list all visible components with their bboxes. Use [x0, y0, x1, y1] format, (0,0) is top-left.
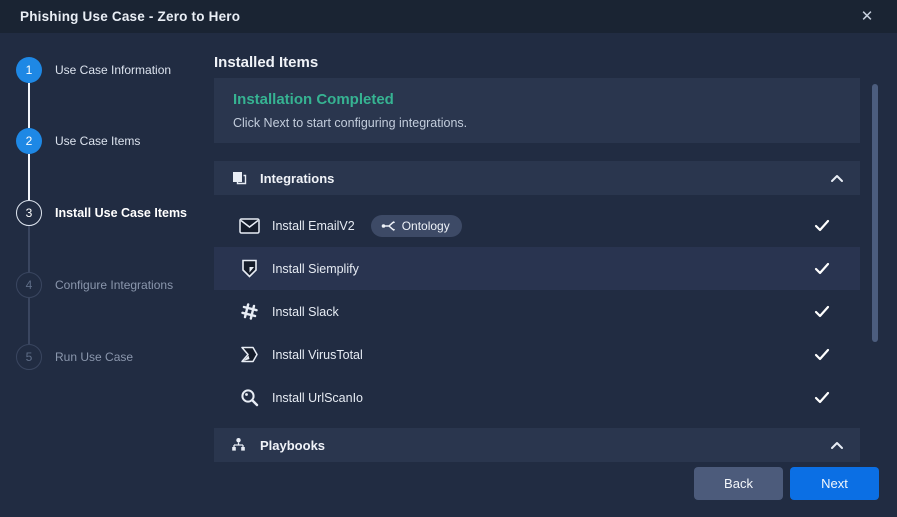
ontology-badge[interactable]: Ontology	[371, 215, 462, 237]
list-item-install-slack[interactable]: Install Slack	[214, 290, 860, 333]
siemplify-shield-icon	[238, 259, 260, 279]
step-label: Install Use Case Items	[55, 206, 187, 220]
step-label: Run Use Case	[55, 350, 133, 364]
installation-completed-text: Installation Completed	[233, 91, 841, 108]
back-button[interactable]: Back	[694, 467, 783, 500]
main-panel: Installed Items Installation Completed C…	[214, 33, 897, 517]
step-number-badge: 2	[16, 128, 42, 154]
stepper-item-install-use-case-items[interactable]: 3 Install Use Case Items	[16, 200, 187, 226]
installation-hint-text: Click Next to start configuring integrat…	[233, 116, 841, 130]
step-number-badge: 1	[16, 57, 42, 83]
badge-label: Ontology	[402, 219, 450, 233]
step-label: Use Case Information	[55, 63, 171, 77]
item-label: Install VirusTotal	[272, 348, 363, 362]
stepper-connector	[28, 83, 30, 128]
stepper-item-configure-integrations[interactable]: 4 Configure Integrations	[16, 272, 173, 298]
item-label: Install Siemplify	[272, 262, 359, 276]
playbooks-icon	[230, 436, 250, 454]
magnifier-icon	[238, 388, 260, 408]
close-icon[interactable]: ✕	[857, 7, 877, 27]
email-icon	[238, 216, 260, 236]
list-item-install-virustotal[interactable]: Install VirusTotal	[214, 333, 860, 376]
list-item-install-emailv2[interactable]: Install EmailV2 Ontology	[214, 204, 860, 247]
stepper-item-use-case-information[interactable]: 1 Use Case Information	[16, 57, 171, 83]
list-item-install-urlscanio[interactable]: Install UrlScanIo	[214, 376, 860, 419]
virustotal-icon	[238, 345, 260, 365]
stepper-item-run-use-case[interactable]: 5 Run Use Case	[16, 344, 133, 370]
section-header-playbooks[interactable]: Playbooks	[214, 428, 860, 462]
chevron-up-icon[interactable]	[830, 173, 844, 183]
section-header-integrations[interactable]: Integrations	[214, 161, 860, 195]
integrations-icon	[230, 169, 250, 187]
check-icon	[814, 262, 830, 275]
section-label: Integrations	[260, 171, 334, 186]
branch-icon	[381, 219, 396, 233]
next-button[interactable]: Next	[790, 467, 879, 500]
step-label: Configure Integrations	[55, 278, 173, 292]
wizard-stepper: 1 Use Case Information 2 Use Case Items …	[0, 33, 214, 517]
stepper-connector	[28, 226, 30, 272]
window-title: Phishing Use Case - Zero to Hero	[20, 9, 240, 24]
stepper-connector	[28, 298, 30, 344]
check-icon	[814, 219, 830, 232]
window-titlebar: Phishing Use Case - Zero to Hero ✕	[0, 0, 897, 33]
stepper-item-use-case-items[interactable]: 2 Use Case Items	[16, 128, 140, 154]
stepper-connector	[28, 154, 30, 200]
step-number-badge: 4	[16, 272, 42, 298]
slack-icon	[238, 302, 260, 322]
installation-status-banner: Installation Completed Click Next to sta…	[214, 78, 860, 143]
item-label: Install UrlScanIo	[272, 391, 363, 405]
section-label: Playbooks	[260, 438, 325, 453]
page-title: Installed Items	[214, 54, 318, 71]
item-label: Install Slack	[272, 305, 339, 319]
check-icon	[814, 305, 830, 318]
chevron-up-icon[interactable]	[830, 440, 844, 450]
step-label: Use Case Items	[55, 134, 140, 148]
check-icon	[814, 348, 830, 361]
step-number-badge: 3	[16, 200, 42, 226]
vertical-scrollbar[interactable]	[872, 84, 878, 342]
step-number-badge: 5	[16, 344, 42, 370]
check-icon	[814, 391, 830, 404]
list-item-install-siemplify[interactable]: Install Siemplify	[214, 247, 860, 290]
item-label: Install EmailV2	[272, 219, 355, 233]
